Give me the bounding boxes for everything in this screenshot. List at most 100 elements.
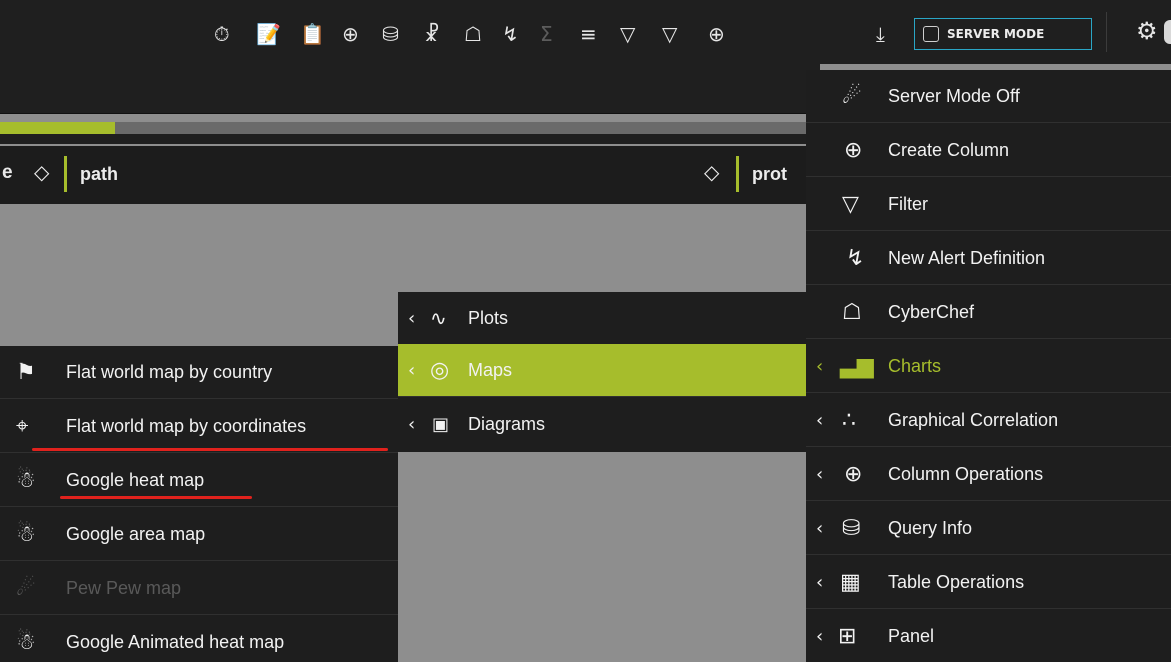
- add-column-2-icon[interactable]: ⊕: [708, 20, 725, 48]
- table-header: [0, 146, 820, 204]
- menu-item-label: Panel: [888, 626, 935, 646]
- panel-icon: ⊞: [838, 624, 857, 649]
- add-column-icon[interactable]: ⊕: [342, 20, 359, 48]
- annotation-underline: [60, 496, 252, 499]
- menu-item-label: Graphical Correlation: [888, 409, 1059, 430]
- server-mode-label: SERVER MODE: [947, 27, 1045, 41]
- menu-item-server-mode-off[interactable]: ☄ Server Mode Off: [806, 70, 1171, 123]
- database-edit-icon[interactable]: ⛁: [382, 20, 399, 48]
- chef-hat-icon: ☖: [842, 299, 862, 325]
- line-plot-icon: ∿: [430, 306, 447, 330]
- progress-bar: [0, 122, 820, 134]
- database-info-icon: ⛁: [842, 515, 861, 541]
- header-spacer: [0, 134, 820, 144]
- menu-item-graphical-correlation[interactable]: ‹ ∴ Graphical Correlation: [806, 394, 1171, 447]
- layers-icon[interactable]: ≡: [580, 20, 597, 48]
- menu-item-create-column[interactable]: ⊕ Create Column: [806, 124, 1171, 177]
- menu-item-label: Server Mode Off: [888, 85, 1020, 106]
- menu-item-label: Plots: [468, 307, 509, 328]
- sub-toolbar: [0, 64, 820, 114]
- filter-icon[interactable]: ▽: [662, 20, 677, 48]
- menu-item-flat-world-map-by-coordinates[interactable]: ⌖ Flat world map by coordinates: [0, 400, 398, 453]
- scatter-icon: ∴: [842, 407, 856, 433]
- charts-submenu: ‹ ∿ Plots ‹ ◎ Maps ‹ ▣ Diagrams: [398, 292, 806, 452]
- menu-item-charts[interactable]: ‹ ▃▆ Charts: [806, 340, 1171, 393]
- chevron-left-icon: ‹: [816, 355, 824, 377]
- edit-pages-icon[interactable]: 📝: [256, 20, 281, 48]
- top-toolbar: ⏱ 📝 📋 ⊕ ⛁ ☧ ☖ ↯ Σ ≡ ▽ ▽ ⊕ ⤓ SERVER MODE …: [0, 0, 1171, 64]
- menu-item-maps[interactable]: ‹ ◎ Maps: [398, 344, 806, 397]
- menu-item-label: New Alert Definition: [888, 247, 1046, 268]
- menu-item-label: Flat world map by country: [66, 361, 273, 382]
- menu-item-label: Google area map: [66, 523, 206, 544]
- chevron-left-icon: ‹: [408, 307, 416, 329]
- toolbar-divider: [1106, 12, 1107, 52]
- menu-item-google-area-map[interactable]: ☃ Google area map: [0, 508, 398, 561]
- column-header-partial[interactable]: e: [2, 162, 13, 184]
- menu-item-label: Query Info: [888, 517, 973, 538]
- lightning-icon: ↯: [846, 245, 865, 271]
- menu-item-label: Pew Pew map: [66, 577, 182, 598]
- timer-list-icon[interactable]: ⏱: [214, 20, 230, 48]
- filter-icon: ▽: [842, 191, 859, 217]
- menu-item-label: Column Operations: [888, 463, 1044, 484]
- heat-globe-icon: ☃: [16, 467, 36, 493]
- menu-item-google-heat-map[interactable]: ☃ Google heat map: [0, 454, 398, 507]
- menu-item-column-operations[interactable]: ‹ ⊕ Column Operations: [806, 448, 1171, 501]
- menu-item-label: Flat world map by coordinates: [66, 415, 307, 436]
- pin-globe-icon: ⌖: [16, 413, 29, 439]
- context-menu: ☄ Server Mode Off ⊕ Create Column ▽ Filt…: [806, 70, 1171, 662]
- menu-item-plots[interactable]: ‹ ∿ Plots: [398, 292, 806, 345]
- network-icon[interactable]: ☧: [424, 20, 440, 48]
- maps-submenu: ⚑ Flat world map by country ⌖ Flat world…: [0, 346, 398, 662]
- menu-item-filter[interactable]: ▽ Filter: [806, 178, 1171, 231]
- menu-item-label: Create Column: [888, 139, 1010, 160]
- menu-item-query-info[interactable]: ‹ ⛁ Query Info: [806, 502, 1171, 555]
- menu-item-label: Diagrams: [468, 414, 546, 434]
- chevron-left-icon: ‹: [816, 409, 824, 431]
- menu-item-label: CyberChef: [888, 301, 975, 322]
- column-header-path[interactable]: path: [80, 164, 118, 185]
- download-icon[interactable]: ⤓: [876, 20, 885, 48]
- filter-or-icon[interactable]: ▽: [620, 20, 635, 48]
- progress-fill: [0, 122, 115, 134]
- server-mode-toggle[interactable]: SERVER MODE: [914, 18, 1092, 50]
- gear-icon[interactable]: ⚙: [1136, 17, 1158, 45]
- chef-hat-icon[interactable]: ☖: [464, 20, 482, 48]
- column-ops-icon: ⊕: [844, 461, 863, 487]
- animated-globe-icon: ☃: [16, 630, 36, 655]
- clipboard-icon: 📋: [300, 22, 325, 46]
- menu-item-label: Filter: [888, 193, 928, 214]
- chevron-left-icon: ‹: [816, 571, 824, 593]
- menu-item-cyberchef[interactable]: ☖ CyberChef: [806, 286, 1171, 339]
- pewpew-icon: ☄: [16, 575, 36, 601]
- sort-icon[interactable]: ◇: [34, 160, 49, 184]
- chevron-left-icon: ‹: [816, 626, 824, 647]
- sum-icon: Σ: [540, 22, 553, 46]
- menu-item-panel[interactable]: ‹ ⊞ Panel: [806, 610, 1171, 662]
- menu-item-new-alert-definition[interactable]: ↯ New Alert Definition: [806, 232, 1171, 285]
- menu-item-label: Maps: [468, 359, 513, 380]
- area-globe-icon: ☃: [16, 521, 36, 547]
- annotation-underline: [32, 448, 388, 451]
- column-header-prot[interactable]: prot: [752, 164, 787, 185]
- globe-icon: ◎: [430, 357, 450, 383]
- menu-item-label: Charts: [888, 355, 942, 376]
- menu-item-diagrams[interactable]: ‹ ▣ Diagrams: [398, 398, 806, 451]
- column-separator[interactable]: [64, 156, 67, 192]
- menu-item-label: Google Animated heat map: [66, 632, 285, 652]
- menu-item-flat-world-map-by-country[interactable]: ⚑ Flat world map by country: [0, 346, 398, 399]
- server-mode-checkbox[interactable]: [923, 26, 939, 42]
- chevron-left-icon: ‹: [816, 517, 824, 539]
- menu-item-google-animated-heat-map[interactable]: ☃ Google Animated heat map: [0, 616, 398, 662]
- sort-icon[interactable]: ◇: [704, 160, 719, 184]
- column-separator[interactable]: [736, 156, 739, 192]
- chevron-left-icon: ‹: [408, 414, 416, 435]
- flag-globe-icon: ⚑: [16, 359, 36, 385]
- menu-item-table-operations[interactable]: ‹ ▦ Table Operations: [806, 556, 1171, 609]
- user-avatar-partial[interactable]: [1164, 20, 1171, 44]
- diagram-icon: ▣: [432, 414, 450, 435]
- table-gear-icon: ▦: [840, 569, 861, 595]
- lightning-icon[interactable]: ↯: [502, 20, 519, 48]
- chevron-left-icon: ‹: [408, 359, 416, 381]
